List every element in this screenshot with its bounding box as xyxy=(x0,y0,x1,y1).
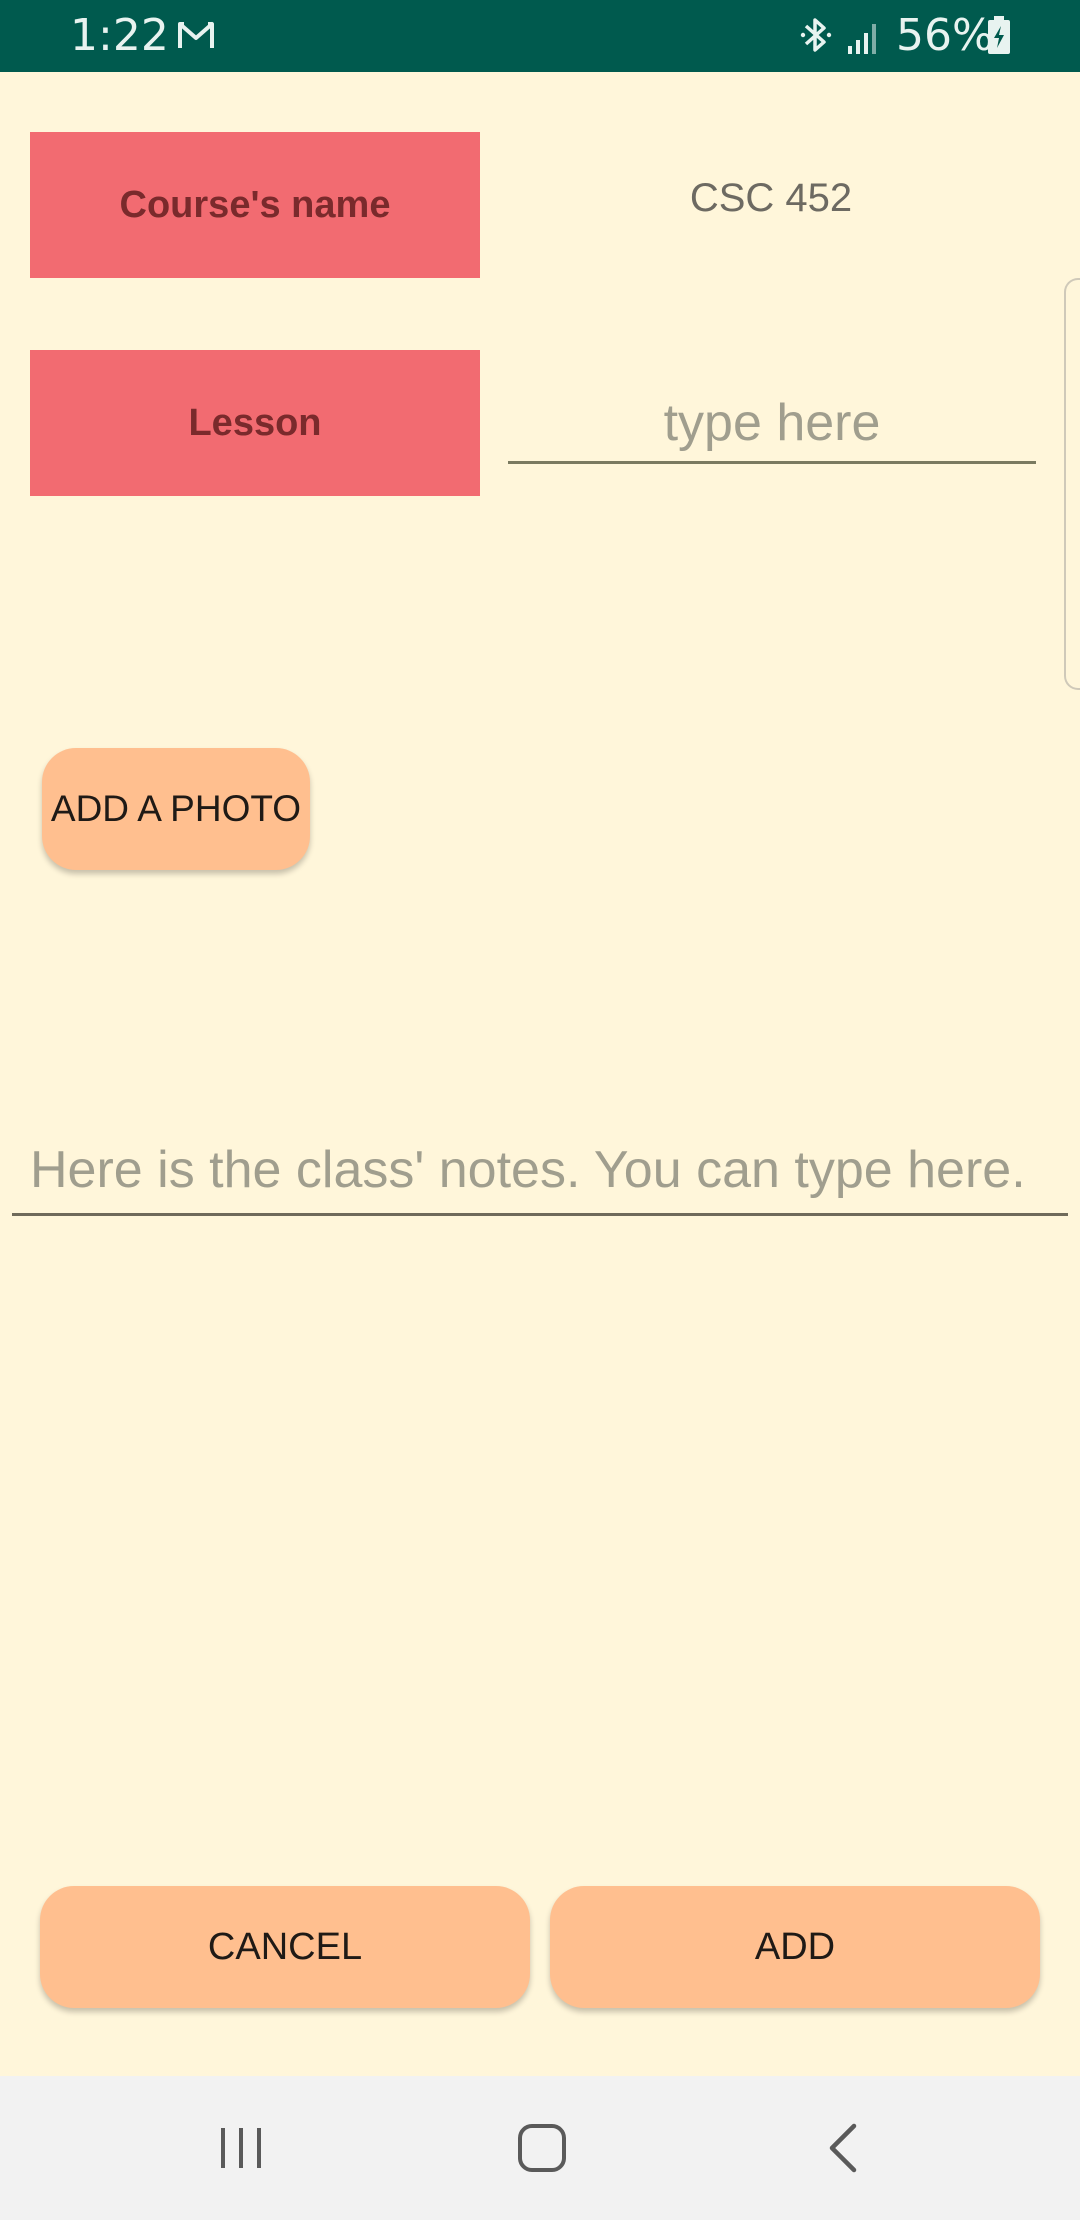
course-name-value: CSC 452 xyxy=(689,176,853,220)
edge-panel-handle[interactable] xyxy=(1064,278,1080,690)
add-button[interactable]: ADD xyxy=(550,1886,1040,2008)
battery-charging-icon xyxy=(988,16,1010,54)
navigation-bar xyxy=(0,2076,1080,2220)
battery-percent: 56% xyxy=(896,10,994,61)
cancel-button[interactable]: CANCEL xyxy=(40,1886,530,2008)
signal-icon xyxy=(848,24,876,54)
lesson-label: Lesson xyxy=(30,350,480,496)
lesson-input[interactable] xyxy=(508,384,1036,464)
status-time: 1:22 xyxy=(70,10,169,61)
bluetooth-icon xyxy=(800,18,832,52)
home-icon[interactable] xyxy=(512,2118,572,2178)
recent-apps-icon[interactable] xyxy=(212,2118,272,2178)
status-bar: 1:22 56% xyxy=(0,0,1080,72)
course-name-label: Course's name xyxy=(30,132,480,278)
notes-input[interactable] xyxy=(12,1126,1068,1216)
add-photo-button[interactable]: ADD A PHOTO xyxy=(42,748,310,870)
gmail-icon xyxy=(178,22,214,48)
back-icon[interactable] xyxy=(816,2118,876,2178)
